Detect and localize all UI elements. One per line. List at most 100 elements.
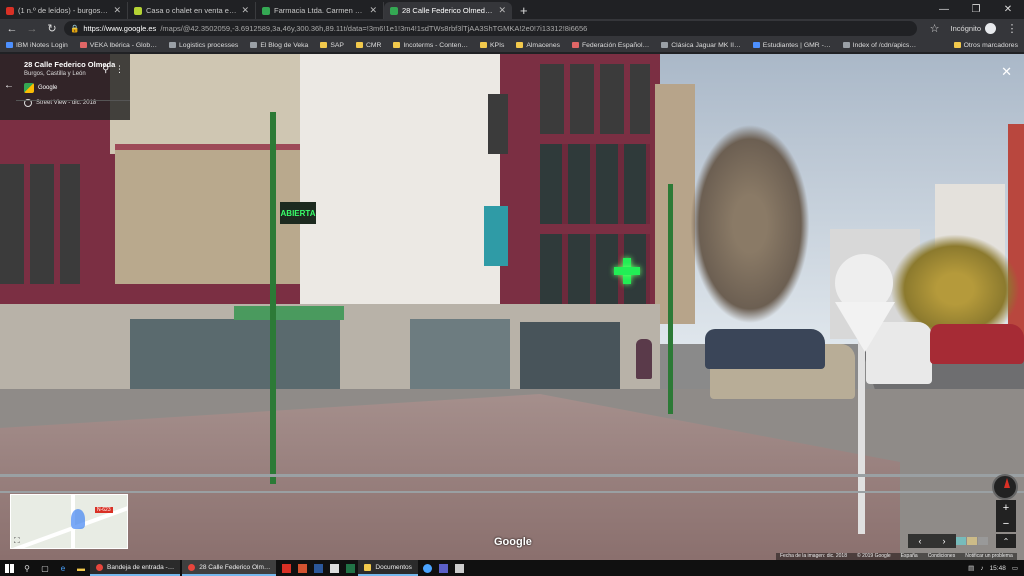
tab-title: 28 Calle Federico Olmeda - Goo… [402, 6, 494, 15]
bookmark-folder[interactable]: KPIs [480, 42, 504, 49]
bookmark-item[interactable]: Federación Español… [572, 42, 649, 49]
other-bookmarks[interactable]: Otros marcadores [953, 42, 1018, 49]
tab-title: (1 n.º de leídos) - burgos181… [18, 6, 109, 15]
zoom-out-button[interactable]: − [1003, 518, 1009, 530]
tab-title: Farmacia Ltda. Carmen Domingo… [274, 6, 365, 15]
back-icon[interactable]: ← [4, 21, 20, 37]
copyright: © 2019 Google [857, 553, 891, 559]
tree [690, 124, 810, 324]
new-tab-button[interactable]: + [512, 2, 536, 19]
bookmark-item[interactable]: Logistics processes [169, 42, 238, 49]
fullscreen-button[interactable]: ⌃ [996, 534, 1016, 548]
compass-icon[interactable] [992, 474, 1018, 500]
tab-strip: (1 n.º de leídos) - burgos181… ✕ Casa o … [0, 0, 1024, 19]
forward-icon[interactable]: → [24, 21, 40, 37]
minimap[interactable]: N-623 ⛶ [10, 494, 128, 549]
task-view-icon[interactable]: ▢ [36, 560, 54, 576]
tab-close-icon[interactable]: ✕ [369, 5, 377, 16]
google-maps-icon [262, 6, 270, 15]
taskbar-app-chrome[interactable]: Bandeja de entrada -… [90, 560, 181, 576]
maximize-icon[interactable]: ❐ [960, 0, 992, 18]
menu-kebab-icon[interactable]: ⋮ [1004, 21, 1020, 37]
folder-icon [355, 42, 363, 48]
back-to-map-icon[interactable]: ← [4, 80, 14, 91]
bookmark-folder[interactable]: Almacenes [516, 42, 560, 49]
tab-close-icon[interactable]: ✕ [241, 5, 249, 16]
edge-icon[interactable]: e [54, 560, 72, 576]
folder-icon [320, 42, 328, 48]
more-options-icon[interactable]: ⋮ [115, 64, 124, 75]
notifications-icon[interactable]: ▭ [1012, 564, 1018, 572]
search-icon[interactable]: ⚲ [18, 560, 36, 576]
google-watermark: Google [494, 536, 532, 548]
file-explorer-icon[interactable]: ▬ [72, 560, 90, 576]
incognito-indicator[interactable]: Incógnito [947, 23, 1000, 34]
street-lamp [270, 112, 276, 484]
chrome-icon [188, 563, 196, 571]
taskbar-app-documents[interactable]: Documentos [358, 560, 418, 576]
window-close-icon[interactable]: ✕ [992, 0, 1024, 18]
ie-icon[interactable] [420, 560, 436, 576]
imagery-thumbnails[interactable] [956, 537, 988, 545]
chevron-left-icon[interactable]: ‹ [908, 534, 932, 548]
zoom-in-button[interactable]: + [1003, 502, 1009, 514]
bookmark-icon [572, 42, 579, 48]
pedestrian [636, 339, 652, 379]
folder-icon [364, 563, 372, 571]
divider [16, 100, 130, 101]
report-problem-link[interactable]: Notificar un problema [965, 553, 1013, 560]
terms-link[interactable]: Condiciones [928, 553, 956, 560]
url-host: https://www.google.es [83, 24, 157, 33]
pegman-icon [71, 509, 85, 529]
reload-icon[interactable]: ↻ [44, 21, 60, 37]
map-credits: Fecha de la imagen: dic. 2018 © 2019 Goo… [776, 553, 1017, 560]
expand-map-icon[interactable]: ⛶ [14, 536, 20, 546]
bookmark-item[interactable]: Estudiantes | GMR -… [752, 42, 831, 49]
bookmark-item[interactable]: El Blog de Veka [250, 42, 308, 49]
tab-close-icon[interactable]: ✕ [498, 5, 506, 16]
bookmark-item[interactable]: Index of /cdn/apics… [842, 42, 916, 49]
pharmacy-cross-icon [614, 258, 640, 284]
region-link[interactable]: España [901, 553, 918, 560]
chevron-right-icon[interactable]: › [932, 534, 956, 548]
tab-federico-olmeda[interactable]: 28 Calle Federico Olmeda - Goo… ✕ [384, 2, 512, 19]
location-pin-icon[interactable]: ⚲ [102, 64, 109, 75]
tab-farmacia[interactable]: Farmacia Ltda. Carmen Domingo… ✕ [256, 2, 384, 19]
folder-icon [953, 42, 961, 48]
parked-car [930, 324, 1024, 364]
lync-icon[interactable] [326, 560, 342, 576]
building-balcony [115, 144, 305, 284]
bookmark-star-icon[interactable]: ☆ [927, 21, 943, 37]
acrobat-icon[interactable] [278, 560, 294, 576]
info-card-actions: ⚲ ⋮ [102, 64, 124, 75]
bookmark-item[interactable]: Clásica Jaguar MK II… [661, 42, 741, 49]
minimize-icon[interactable]: — [928, 0, 960, 18]
address-bar[interactable]: 🔒 https://www.google.es/maps/@42.3502059… [64, 21, 917, 36]
close-street-view-icon[interactable]: ✕ [1001, 64, 1012, 80]
powerpoint-icon[interactable] [294, 560, 310, 576]
teams-icon[interactable] [436, 560, 452, 576]
distant-building [655, 84, 695, 324]
taskbar-app-chrome-incognito[interactable]: 28 Calle Federico Olm… [182, 560, 277, 576]
bookmark-folder[interactable]: SAP [320, 42, 344, 49]
chrome-icon [96, 563, 103, 571]
bookmark-item[interactable]: VEKA Ibérica - Glob… [79, 42, 157, 49]
folder-icon [480, 42, 488, 48]
bookmark-icon [79, 42, 87, 48]
bookmark-folder[interactable]: Incoterms - Conten… [393, 42, 468, 49]
word-icon[interactable] [310, 560, 326, 576]
network-icon[interactable]: ▤ [968, 564, 974, 572]
bookmark-folder[interactable]: CMR [355, 42, 381, 49]
bookmark-icon [752, 42, 760, 48]
tab-gmail[interactable]: (1 n.º de leídos) - burgos181… ✕ [0, 2, 128, 19]
tab-casa-chalet[interactable]: Casa o chalet en venta en calle … ✕ [128, 2, 256, 19]
volume-icon[interactable]: ♪ [980, 565, 983, 572]
bookmark-item[interactable]: IBM iNotes Login [6, 42, 68, 49]
start-button[interactable] [0, 560, 18, 576]
excel-icon[interactable] [342, 560, 358, 576]
tab-close-icon[interactable]: ✕ [113, 5, 121, 16]
clock[interactable]: 15:48 [990, 565, 1006, 572]
street-view-panorama[interactable]: ABIERTA [0, 54, 1024, 560]
photos-icon[interactable] [452, 560, 468, 576]
incognito-icon [985, 23, 996, 34]
